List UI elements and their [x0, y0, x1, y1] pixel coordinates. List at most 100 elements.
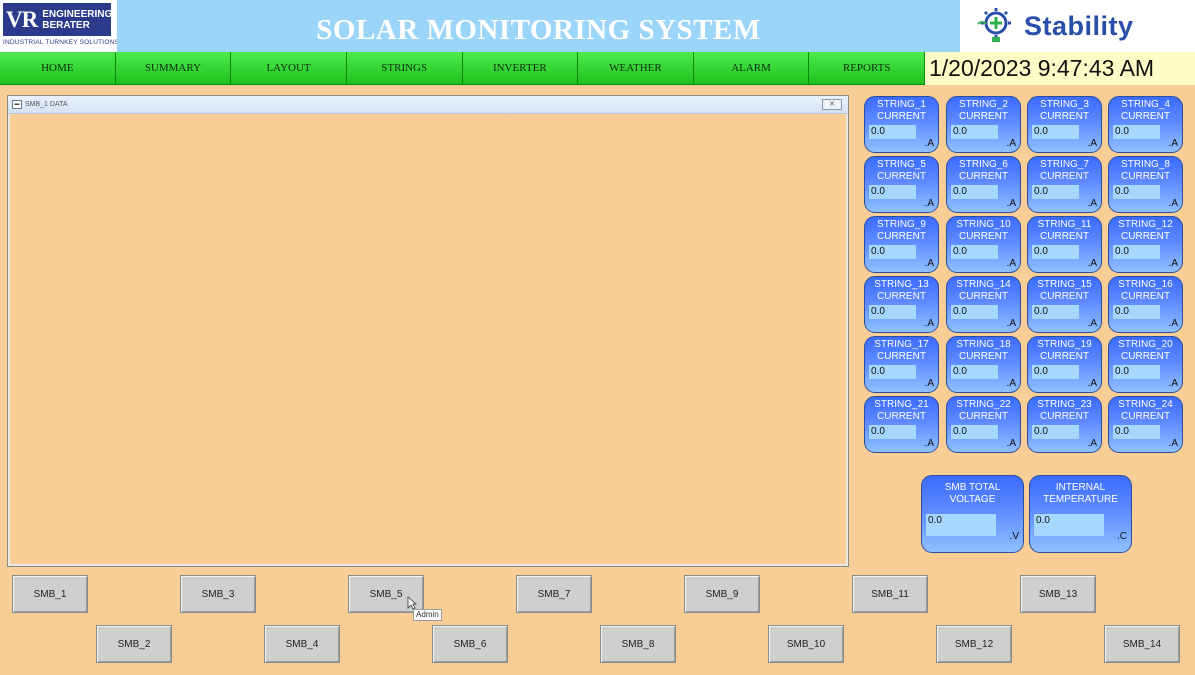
smb-6-button[interactable]: SMB_6: [432, 625, 508, 663]
nav-home[interactable]: HOME: [0, 52, 116, 85]
string-4-current-tile: STRING_4 CURRENT 0.0 .A: [1108, 96, 1183, 153]
tile-label: INTERNAL TEMPERATURE: [1030, 482, 1131, 506]
tile-label: STRING_20 CURRENT: [1109, 339, 1182, 363]
nav-reports[interactable]: REPORTS: [809, 52, 925, 85]
tile-unit: .A: [1006, 138, 1016, 149]
tile-value: 0.0: [1113, 185, 1160, 199]
tile-value: 0.0: [869, 425, 916, 439]
vr-logo-box: VR ENGINEERING BERATER: [3, 3, 112, 36]
vr-engineering-logo: VR ENGINEERING BERATER INDUSTRIAL TURNKE…: [0, 0, 119, 52]
tile-label-line2: CURRENT: [1040, 291, 1089, 302]
stability-brand: Stability: [1024, 10, 1134, 41]
tile-label-line1: STRING_12: [1118, 219, 1173, 230]
tile-label-line2: CURRENT: [959, 291, 1008, 302]
tile-label-line2: CURRENT: [959, 111, 1008, 122]
window-titlebar[interactable]: ▬ SMB_1 DATA ✕: [8, 96, 848, 114]
smb-data-window: ▬ SMB_1 DATA ✕: [7, 95, 849, 567]
tile-label: STRING_14 CURRENT: [947, 279, 1020, 303]
smb-7-button[interactable]: SMB_7: [516, 575, 592, 613]
string-16-current-tile: STRING_16 CURRENT 0.0 .A: [1108, 276, 1183, 333]
tile-unit: .A: [1006, 258, 1016, 269]
tile-unit: .A: [924, 438, 934, 449]
smb-4-button[interactable]: SMB_4: [264, 625, 340, 663]
tile-label-line1: STRING_2: [959, 99, 1008, 110]
datetime-display: 1/20/2023 9:47:43 AM: [925, 52, 1195, 85]
tile-label-line2: CURRENT: [877, 171, 926, 182]
page-title: SOLAR MONITORING SYSTEM: [316, 13, 761, 46]
tile-label-line1: STRING_4: [1121, 99, 1170, 110]
tile-label-line1: STRING_1: [877, 99, 926, 110]
string-3-current-tile: STRING_3 CURRENT 0.0 .A: [1027, 96, 1102, 153]
tile-label: SMB TOTAL VOLTAGE: [922, 482, 1023, 506]
tile-label: STRING_3 CURRENT: [1028, 99, 1101, 123]
string-12-current-tile: STRING_12 CURRENT 0.0 .A: [1108, 216, 1183, 273]
tile-label-line1: STRING_15: [1037, 279, 1092, 290]
smb-12-button[interactable]: SMB_12: [936, 625, 1012, 663]
tile-label-line2: CURRENT: [1121, 351, 1170, 362]
smb-11-button[interactable]: SMB_11: [852, 575, 928, 613]
smb-8-button[interactable]: SMB_8: [600, 625, 676, 663]
smb-14-button[interactable]: SMB_14: [1104, 625, 1180, 663]
tile-label: STRING_10 CURRENT: [947, 219, 1020, 243]
tile-label-line2: CURRENT: [959, 351, 1008, 362]
window-body: [11, 116, 845, 563]
stability-logo: Stability: [960, 0, 1195, 52]
string-14-current-tile: STRING_14 CURRENT 0.0 .A: [946, 276, 1021, 333]
tile-unit: .A: [1006, 438, 1016, 449]
smb-2-button[interactable]: SMB_2: [96, 625, 172, 663]
tile-value: 0.0: [1032, 365, 1079, 379]
tile-label: STRING_18 CURRENT: [947, 339, 1020, 363]
tile-label-line2: CURRENT: [877, 411, 926, 422]
string-20-current-tile: STRING_20 CURRENT 0.0 .A: [1108, 336, 1183, 393]
tile-value: 0.0: [951, 245, 998, 259]
tile-value: 0.0: [1113, 245, 1160, 259]
tile-value: 0.0: [951, 125, 998, 139]
string-17-current-tile: STRING_17 CURRENT 0.0 .A: [864, 336, 939, 393]
tile-label-line1: STRING_7: [1040, 159, 1089, 170]
tile-label: STRING_7 CURRENT: [1028, 159, 1101, 183]
nav-layout[interactable]: LAYOUT: [231, 52, 347, 85]
string-21-current-tile: STRING_21 CURRENT 0.0 .A: [864, 396, 939, 453]
smb-total-voltage-tile: SMB TOTAL VOLTAGE 0.0 .V: [921, 475, 1024, 553]
tile-unit: .A: [1006, 318, 1016, 329]
string-13-current-tile: STRING_13 CURRENT 0.0 .A: [864, 276, 939, 333]
tile-unit: .A: [1006, 198, 1016, 209]
smb-10-button[interactable]: SMB_10: [768, 625, 844, 663]
smb-13-button[interactable]: SMB_13: [1020, 575, 1096, 613]
tile-unit: .A: [1168, 258, 1178, 269]
title-bar: SOLAR MONITORING SYSTEM: [117, 0, 960, 52]
nav-alarm[interactable]: ALARM: [693, 52, 810, 85]
tile-label: STRING_4 CURRENT: [1109, 99, 1182, 123]
string-2-current-tile: STRING_2 CURRENT 0.0 .A: [946, 96, 1021, 153]
tile-value: 0.0: [1032, 305, 1079, 319]
tile-unit: .A: [1006, 378, 1016, 389]
tile-label-line1: STRING_22: [956, 399, 1011, 410]
nav-inverter[interactable]: INVERTER: [462, 52, 579, 85]
tile-label-line2: CURRENT: [1121, 231, 1170, 242]
tile-label: STRING_22 CURRENT: [947, 399, 1020, 423]
tile-label: STRING_5 CURRENT: [865, 159, 938, 183]
smb-3-button[interactable]: SMB_3: [180, 575, 256, 613]
smb-1-button[interactable]: SMB_1: [12, 575, 88, 613]
lightbulb-gear-icon: [977, 8, 1011, 42]
tile-unit: .A: [1168, 138, 1178, 149]
nav-summary[interactable]: SUMMARY: [115, 52, 232, 85]
nav-weather[interactable]: WEATHER: [578, 52, 694, 85]
string-8-current-tile: STRING_8 CURRENT 0.0 .A: [1108, 156, 1183, 213]
nav-strings[interactable]: STRINGS: [346, 52, 463, 85]
close-icon[interactable]: ✕: [822, 99, 842, 110]
tile-label: STRING_21 CURRENT: [865, 399, 938, 423]
tile-label-line1: STRING_21: [874, 399, 929, 410]
tile-unit: .A: [924, 318, 934, 329]
window-icon: ▬: [12, 100, 22, 109]
tile-label-line1: STRING_14: [956, 279, 1011, 290]
string-9-current-tile: STRING_9 CURRENT 0.0 .A: [864, 216, 939, 273]
tile-label-line2: CURRENT: [959, 171, 1008, 182]
tile-label-line1: STRING_3: [1040, 99, 1089, 110]
tile-label-line2: CURRENT: [1040, 111, 1089, 122]
tile-label-line1: STRING_24: [1118, 399, 1173, 410]
tile-unit: .A: [1168, 318, 1178, 329]
tile-label: STRING_15 CURRENT: [1028, 279, 1101, 303]
tile-value: 0.0: [1032, 185, 1079, 199]
smb-9-button[interactable]: SMB_9: [684, 575, 760, 613]
